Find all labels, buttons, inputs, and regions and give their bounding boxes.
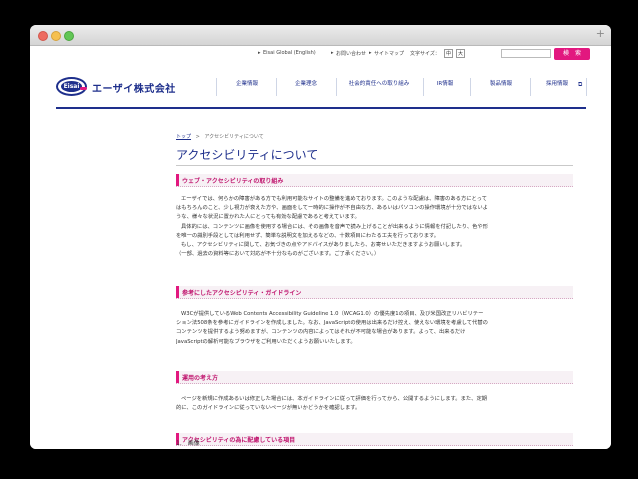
heading-marker xyxy=(176,174,179,186)
search-input[interactable] xyxy=(501,49,551,58)
section-heading: 運用の考え方 xyxy=(176,371,573,384)
breadcrumb-current: アクセシビリティについて xyxy=(204,134,264,140)
nav-divider xyxy=(423,78,424,96)
font-size-medium-button[interactable]: 中 xyxy=(444,49,453,58)
search-button[interactable]: 検 索 xyxy=(554,48,590,60)
section-heading: 参考にしたアクセシビリティ・ガイドライン xyxy=(176,286,573,299)
breadcrumb-home-link[interactable]: トップ xyxy=(176,134,191,140)
external-window-icon: ⧉ xyxy=(578,81,583,88)
eisai-logo[interactable]: Eisai xyxy=(56,77,87,96)
utility-bar: ▸ Eisai Global (English) ▸ お問い合わせ ▸ サイトマ… xyxy=(30,46,611,62)
breadcrumb-separator: > xyxy=(195,134,200,140)
arrow-icon: ▸ xyxy=(369,50,372,56)
browser-window: + ▸ Eisai Global (English) ▸ お問い合わせ ▸ サイ… xyxy=(30,25,611,449)
paragraph-line: うな、様々な状況に置かれた人にとっても有効な配慮であると考えています。 xyxy=(176,214,360,221)
header-rule xyxy=(56,107,586,109)
nav-divider xyxy=(586,78,587,96)
web-page: ▸ Eisai Global (English) ▸ お問い合わせ ▸ サイトマ… xyxy=(30,46,611,449)
paragraph-line: W3Cが提供しているWeb Contents Accessibility Gui… xyxy=(181,311,484,317)
font-size-label: 文字サイズ： xyxy=(410,51,440,57)
paragraph-line: JavaScriptの解析可能なブラウザをご利用いただくようお願いいたします。 xyxy=(176,338,356,345)
font-size-large-button[interactable]: 大 xyxy=(456,49,465,58)
zoom-window-button[interactable] xyxy=(64,31,74,41)
nav-divider xyxy=(530,78,531,96)
list-item: 1. 画像 xyxy=(176,440,200,447)
arrow-icon: ▸ xyxy=(331,50,334,56)
global-english-link[interactable]: Eisai Global (English) xyxy=(263,50,316,56)
arrow-icon: ▸ xyxy=(258,50,261,56)
nav-item-company[interactable]: 企業情報 xyxy=(223,79,271,93)
minimize-window-button[interactable] xyxy=(51,31,61,41)
heading-marker xyxy=(176,286,179,298)
window-titlebar: + xyxy=(30,25,611,46)
nav-item-csr[interactable]: 社会的責任への取り組み xyxy=(339,79,419,93)
nav-divider xyxy=(216,78,217,96)
title-rule xyxy=(176,165,573,166)
logo-accent-mark xyxy=(80,87,87,90)
nav-item-philosophy[interactable]: 企業理念 xyxy=(282,79,330,93)
paragraph-line: を唯一の識別手段としては利用せず、簡単な説明文を加えるなどの、十数項目にわたる工… xyxy=(176,232,440,239)
paragraph-line: エーザイでは、何らかの障害がある方でも利用可能なサイトの整備を進めております。こ… xyxy=(181,196,488,202)
nav-divider xyxy=(470,78,471,96)
paragraph-line: （一部、過去の資料等において対応が不十分なものがございます。ご了承ください。） xyxy=(176,251,380,258)
section-body: W3Cが提供しているWeb Contents Accessibility Gui… xyxy=(176,310,581,347)
heading-marker xyxy=(176,371,179,383)
paragraph-line: ページを新規に作成あるいは修正した場合には、本ガイドラインに従って評価を行ってか… xyxy=(181,396,488,402)
close-window-button[interactable] xyxy=(38,31,48,41)
paragraph-line: はもちろんのこと、少し視力が衰えた方や、画面をしてー時的に操作が不自由な方、ある… xyxy=(176,205,488,212)
section-heading-text: 運用の考え方 xyxy=(182,375,219,382)
section-heading: ウェブ・アクセシビリティの取り組み xyxy=(176,174,573,187)
paragraph-line: 具体的には、コンテンツに画像を使用する場合には、その画像を音声で読み上げることが… xyxy=(181,223,489,230)
sitemap-link[interactable]: サイトマップ xyxy=(374,50,404,57)
section-body: ページを新規に作成あるいは修正した場合には、本ガイドラインに従って評価を行ってか… xyxy=(176,395,581,413)
section-heading: アクセシビリティの為に配慮している項目 xyxy=(176,433,573,446)
logo-wordmark: Eisai xyxy=(61,81,82,92)
nav-item-ir[interactable]: IR情報 xyxy=(427,79,463,93)
paragraph-line: コンテンツを提供するよう努めますが、コンテンツの内容によってはそれが不可能な場合… xyxy=(176,329,466,336)
nav-divider xyxy=(336,78,337,96)
paragraph-line: ション法508条を参考にガイドラインを作成しました。なお、JavaScriptの… xyxy=(176,320,488,327)
breadcrumb: トップ > アクセシビリティについて xyxy=(176,133,264,140)
paragraph-line: もし、アクセシビリティに関して、お気づきの点やアドバイスがありましたら、お寄せい… xyxy=(181,241,466,248)
contact-link[interactable]: お問い合わせ xyxy=(336,50,366,57)
paragraph-line: 的に、このガイドラインに従っていないページが無いかどうかを確認します。 xyxy=(176,405,361,412)
section-heading-text: 参考にしたアクセシビリティ・ガイドライン xyxy=(182,290,302,297)
page-title: アクセシビリティについて xyxy=(176,148,319,162)
new-tab-plus-icon[interactable]: + xyxy=(596,27,605,40)
nav-divider xyxy=(276,78,277,96)
company-name[interactable]: エーザイ株式会社 xyxy=(92,80,176,95)
nav-item-products[interactable]: 製品情報 xyxy=(477,79,525,93)
site-header: Eisai エーザイ株式会社 企業情報 企業理念 社会的責任への取り組み IR情… xyxy=(30,63,611,108)
section-heading-text: ウェブ・アクセシビリティの取り組み xyxy=(182,178,284,185)
section-body: エーザイでは、何らかの障害がある方でも利用可能なサイトの整備を進めております。こ… xyxy=(176,195,581,259)
nav-item-careers[interactable]: 採用情報 xyxy=(535,79,579,93)
